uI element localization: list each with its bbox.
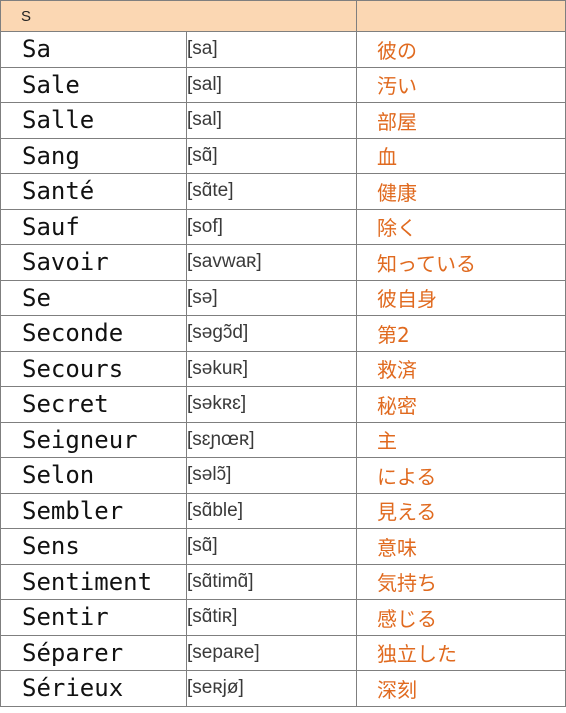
french-word: Se [0, 279, 187, 316]
pronunciation: [sɑ̃te] [185, 173, 358, 210]
french-word: Séparer [0, 634, 187, 671]
japanese-meaning: 彼自身 [356, 279, 566, 316]
vocab-row: Sens [sɑ̃] 意味 [0, 528, 566, 565]
french-word: Sentir [0, 599, 187, 636]
french-word: Sentiment [0, 563, 187, 600]
japanese-meaning: 見える [356, 492, 566, 529]
japanese-meaning: 汚い [356, 66, 566, 103]
pronunciation: [səkʀɛ] [185, 386, 358, 423]
section-letter: S [0, 0, 358, 32]
pronunciation: [səlɔ̃] [185, 457, 358, 494]
pronunciation: [sɑ̃timɑ̃] [185, 563, 358, 600]
french-word: Sa [0, 31, 187, 68]
french-word: Selon [0, 457, 187, 494]
vocab-row: Santé [sɑ̃te] 健康 [0, 173, 566, 210]
pronunciation: [sof] [185, 208, 358, 245]
section-header-row: S [0, 0, 566, 32]
french-word: Sens [0, 528, 187, 565]
french-word: Secret [0, 386, 187, 423]
pronunciation: [sepaʀe] [185, 634, 358, 671]
french-word: Seconde [0, 315, 187, 352]
pronunciation: [sɑ̃ble] [185, 492, 358, 529]
vocab-row: Savoir [savwaʀ] 知っている [0, 244, 566, 281]
pronunciation: [səgɔ̃d] [185, 315, 358, 352]
french-word: Sauf [0, 208, 187, 245]
japanese-meaning: 血 [356, 137, 566, 174]
vocab-row: Selon [səlɔ̃] による [0, 457, 566, 494]
vocab-row: Secours [səkuʀ] 救済 [0, 350, 566, 387]
vocab-row: Sentir [sɑ̃tiʀ] 感じる [0, 599, 566, 636]
japanese-meaning: 部屋 [356, 102, 566, 139]
vocab-row: Sa [sa] 彼の [0, 31, 566, 68]
pronunciation: [sɛɲœʀ] [185, 421, 358, 458]
pronunciation: [sal] [185, 66, 358, 103]
japanese-meaning: 意味 [356, 528, 566, 565]
french-word: Salle [0, 102, 187, 139]
vocab-row: Sang [sɑ̃] 血 [0, 137, 566, 174]
japanese-meaning: による [356, 457, 566, 494]
japanese-meaning: 独立した [356, 634, 566, 671]
vocab-row: Secret [səkʀɛ] 秘密 [0, 386, 566, 423]
french-word: Sérieux [0, 670, 187, 707]
japanese-meaning: 彼の [356, 31, 566, 68]
japanese-meaning: 気持ち [356, 563, 566, 600]
japanese-meaning: 秘密 [356, 386, 566, 423]
pronunciation: [səkuʀ] [185, 350, 358, 387]
meaning-header-cell [356, 0, 566, 32]
vocab-row: Séparer [sepaʀe] 独立した [0, 634, 566, 671]
vocab-row: Sentiment [sɑ̃timɑ̃] 気持ち [0, 563, 566, 600]
french-word: Sembler [0, 492, 187, 529]
pronunciation: [sə] [185, 279, 358, 316]
french-word: Sang [0, 137, 187, 174]
french-word: Seigneur [0, 421, 187, 458]
vocab-row: Se [sə] 彼自身 [0, 279, 566, 316]
japanese-meaning: 深刻 [356, 670, 566, 707]
pronunciation: [savwaʀ] [185, 244, 358, 281]
japanese-meaning: 感じる [356, 599, 566, 636]
pronunciation: [sɑ̃] [185, 528, 358, 565]
pronunciation: [sal] [185, 102, 358, 139]
pronunciation: [sa] [185, 31, 358, 68]
pronunciation: [sɑ̃] [185, 137, 358, 174]
japanese-meaning: 主 [356, 421, 566, 458]
vocab-row: Sale [sal] 汚い [0, 66, 566, 103]
japanese-meaning: 健康 [356, 173, 566, 210]
japanese-meaning: 救済 [356, 350, 566, 387]
pronunciation: [seʀjø] [185, 670, 358, 707]
japanese-meaning: 除く [356, 208, 566, 245]
vocabulary-table-body: S Sa [sa] 彼の Sale [sal] 汚い Salle [sal] 部屋 Sang [sɑ… [0, 0, 566, 707]
french-word: Sale [0, 66, 187, 103]
japanese-meaning: 知っている [356, 244, 566, 281]
japanese-meaning: 第2 [356, 315, 566, 352]
vocab-row: Seconde [səgɔ̃d] 第2 [0, 315, 566, 352]
vocab-row: Sembler [sɑ̃ble] 見える [0, 492, 566, 529]
vocab-row: Sérieux [seʀjø] 深刻 [0, 670, 566, 707]
french-word: Secours [0, 350, 187, 387]
vocab-row: Salle [sal] 部屋 [0, 102, 566, 139]
pronunciation: [sɑ̃tiʀ] [185, 599, 358, 636]
vocabulary-table: S Sa [sa] 彼の Sale [sal] 汚い Salle [sal] 部屋 Sang [sɑ… [0, 0, 566, 707]
vocab-row: Sauf [sof] 除く [0, 208, 566, 245]
french-word: Santé [0, 173, 187, 210]
vocab-row: Seigneur [sɛɲœʀ] 主 [0, 421, 566, 458]
french-word: Savoir [0, 244, 187, 281]
